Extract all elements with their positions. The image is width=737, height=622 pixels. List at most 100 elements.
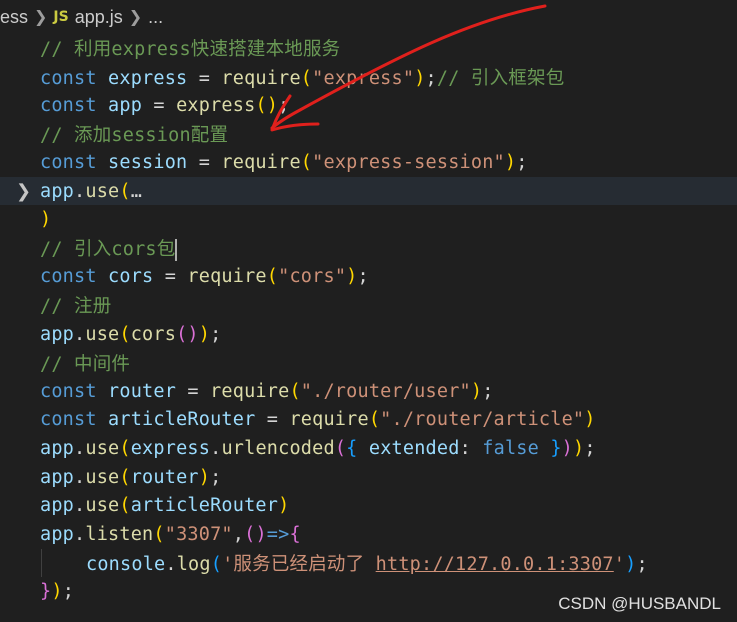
- code-line[interactable]: app.use(router);: [0, 463, 737, 491]
- code-token: .: [74, 180, 86, 202]
- code-token: {: [346, 437, 358, 459]
- code-token: …: [130, 180, 143, 202]
- code-token: ;: [425, 67, 437, 89]
- code-token: .: [74, 323, 86, 345]
- code-token: '服务已经启动了: [222, 553, 376, 575]
- code-editor[interactable]: // 利用express快速搭建本地服务 const express = requ…: [0, 34, 737, 622]
- breadcrumb-file[interactable]: app.js: [75, 7, 123, 28]
- code-line[interactable]: app.listen("3307",()=>{: [0, 520, 737, 548]
- code-token: }: [40, 580, 52, 602]
- code-token: app: [40, 466, 75, 488]
- code-token: ): [51, 580, 63, 602]
- code-token: .: [74, 523, 86, 545]
- code-token: =: [153, 266, 188, 288]
- breadcrumb-folder[interactable]: ess: [0, 7, 28, 28]
- code-token: use: [85, 323, 120, 345]
- code-token: ;: [516, 151, 528, 173]
- code-line[interactable]: console.log('服务已经启动了 http://127.0.0.1:33…: [0, 548, 737, 578]
- code-token: require: [210, 380, 290, 402]
- code-token: app: [40, 180, 75, 202]
- code-line[interactable]: // 注册: [0, 291, 737, 319]
- code-token: (: [153, 523, 165, 545]
- code-line[interactable]: // 添加session配置: [0, 120, 737, 148]
- code-line[interactable]: app.use(express.urlencoded({ extended: f…: [0, 434, 737, 462]
- code-token: router: [108, 380, 177, 402]
- code-token: // 注册: [40, 296, 112, 318]
- code-token: "express-session": [312, 151, 505, 173]
- code-text: app.use(cors());: [40, 324, 221, 345]
- code-text: const express = require("express");// 引入…: [40, 64, 564, 90]
- code-line[interactable]: // 引入cors包: [0, 234, 737, 262]
- code-token: "./router/user": [300, 380, 471, 402]
- chevron-right-icon: ❯: [34, 9, 48, 26]
- code-text: // 中间件: [40, 350, 130, 376]
- code-token: ;: [357, 266, 369, 288]
- code-token: (: [300, 151, 313, 173]
- code-token: ): [573, 437, 585, 459]
- code-token: ): [561, 437, 573, 459]
- code-line[interactable]: const app = express();: [0, 91, 737, 119]
- code-text: console.log('服务已经启动了 http://127.0.0.1:33…: [86, 550, 648, 576]
- breadcrumb-symbol[interactable]: ...: [148, 7, 163, 28]
- code-line[interactable]: const express = require("express");// 引入…: [0, 63, 737, 91]
- code-text: // 利用express快速搭建本地服务: [40, 35, 340, 61]
- code-token: const: [40, 380, 109, 402]
- code-line[interactable]: // 中间件: [0, 349, 737, 377]
- code-token: use: [85, 466, 120, 488]
- code-token: (: [334, 437, 347, 459]
- code-token: ): [625, 553, 637, 575]
- code-token: // 引入框架包: [436, 67, 565, 89]
- code-token: .: [74, 495, 86, 517]
- code-text: const cors = require("cors");: [40, 266, 369, 287]
- code-token: urlencoded: [221, 437, 335, 459]
- code-token: (: [119, 323, 131, 345]
- code-line[interactable]: // 利用express快速搭建本地服务: [0, 34, 737, 62]
- code-token: require: [187, 266, 267, 288]
- code-token: (: [266, 266, 279, 288]
- code-token: "cors": [278, 266, 347, 288]
- code-line[interactable]: const session = require("express-session…: [0, 148, 737, 176]
- fold-expand-icon[interactable]: ❯: [16, 181, 31, 202]
- code-token: require: [289, 409, 369, 431]
- code-token: app: [40, 495, 75, 517]
- code-token: (): [255, 94, 279, 116]
- code-token: log: [176, 553, 211, 575]
- code-token: cors: [108, 266, 154, 288]
- code-token: "./router/article": [380, 409, 585, 431]
- code-line[interactable]: const articleRouter = require("./router/…: [0, 406, 737, 434]
- code-token: use: [85, 437, 120, 459]
- code-token: }: [550, 437, 562, 459]
- code-token: ): [278, 495, 290, 517]
- code-line[interactable]: const cors = require("cors");: [0, 263, 737, 291]
- code-token: use: [85, 495, 120, 517]
- code-token: console: [86, 553, 166, 575]
- code-token: cors: [130, 323, 177, 345]
- code-line[interactable]: const router = require("./router/user");: [0, 377, 737, 405]
- code-token: "express": [312, 67, 415, 89]
- breadcrumb: ess ❯ JS app.js ❯ ...: [0, 0, 737, 34]
- code-line[interactable]: ): [0, 206, 737, 234]
- code-line[interactable]: ❯ app.use(…: [0, 177, 737, 205]
- code-line[interactable]: app.use(cors());: [0, 320, 737, 348]
- code-token: ;: [210, 323, 222, 345]
- code-token: app: [40, 437, 75, 459]
- code-token: {: [289, 523, 301, 545]
- code-token: // 引入cors包: [40, 239, 176, 261]
- code-token: =: [187, 151, 222, 173]
- code-text: // 添加session配置: [40, 121, 228, 147]
- code-token: ;: [278, 94, 290, 116]
- code-token: ,: [232, 523, 245, 545]
- text-cursor: [175, 239, 178, 262]
- code-token: =: [176, 380, 211, 402]
- code-token: require: [221, 67, 301, 89]
- code-token: http://127.0.0.1:3307: [375, 553, 614, 575]
- code-token: ): [470, 380, 483, 402]
- code-line[interactable]: app.use(articleRouter): [0, 492, 737, 520]
- code-token: const: [40, 409, 109, 431]
- code-token: =: [187, 67, 222, 89]
- code-token: // 利用express快速搭建本地服务: [40, 39, 341, 60]
- code-token: express: [176, 94, 256, 116]
- code-token: .: [210, 437, 222, 459]
- code-text: const router = require("./router/user");: [40, 381, 494, 402]
- code-token: ;: [482, 380, 494, 402]
